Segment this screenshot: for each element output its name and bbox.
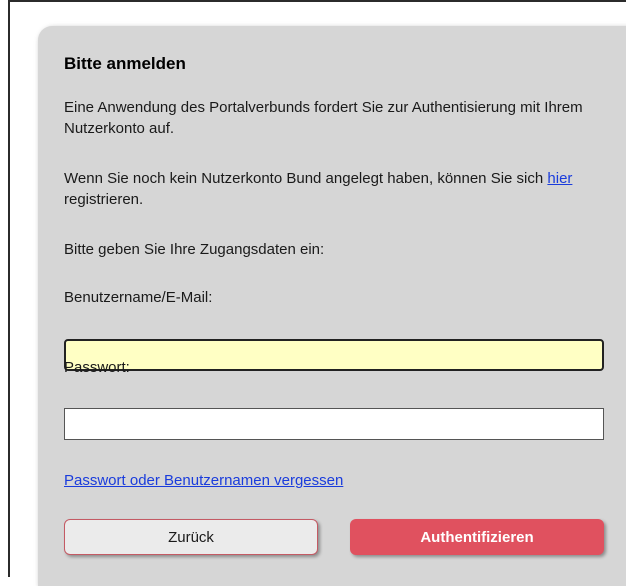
page-frame: Bitte anmelden Eine Anwendung des Portal… (8, 0, 626, 586)
intro-text: Eine Anwendung des Portalverbunds forder… (64, 99, 583, 137)
register-hint-prefix: Wenn Sie noch kein Nutzerkonto Bund ange… (64, 170, 548, 187)
login-panel: Bitte anmelden Eine Anwendung des Portal… (38, 26, 626, 586)
username-label: Benutzername/E-Mail: (64, 289, 213, 306)
register-link[interactable]: hier (547, 170, 572, 187)
login-form: Bitte anmelden Eine Anwendung des Portal… (64, 53, 609, 555)
page-title: Bitte anmelden (64, 54, 186, 73)
password-label: Passwort: (64, 359, 130, 376)
forgot-credentials-link[interactable]: Passwort oder Benutzernamen vergessen (64, 471, 343, 491)
credentials-prompt: Bitte geben Sie Ihre Zugangsdaten ein: (64, 241, 325, 258)
register-hint-suffix: registrieren. (64, 191, 144, 208)
register-hint: Wenn Sie noch kein Nutzerkonto Bund ange… (64, 168, 609, 210)
password-input[interactable] (64, 408, 604, 440)
authenticate-button[interactable]: Authentifizieren (350, 519, 604, 555)
username-input[interactable] (64, 339, 604, 371)
back-button[interactable]: Zurück (64, 519, 318, 555)
